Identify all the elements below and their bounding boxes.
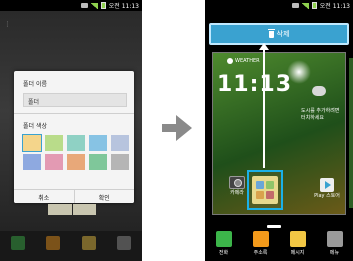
dialog-divider xyxy=(14,113,134,114)
clock-widget[interactable]: 11:13 xyxy=(217,72,292,97)
color-swatch[interactable] xyxy=(45,154,63,170)
color-swatch[interactable] xyxy=(45,135,63,151)
folder-name-input[interactable]: 폴더 xyxy=(23,93,127,107)
folder-mini-app-icon xyxy=(256,181,264,189)
folder-name-label: 폴더 이름 xyxy=(23,81,47,88)
weather-logo-text: WEATHER xyxy=(235,58,260,64)
color-swatch[interactable] xyxy=(67,154,85,170)
folder-icon xyxy=(252,176,278,204)
color-swatch[interactable] xyxy=(89,154,107,170)
status-bar: 오전 11:13 xyxy=(205,0,353,11)
signal-icon xyxy=(301,2,309,9)
color-swatch[interactable] xyxy=(23,154,41,170)
phone-icon xyxy=(10,236,25,250)
trash-icon xyxy=(267,28,275,38)
dock-menu[interactable]: 메뉴 xyxy=(323,231,347,261)
weather-widget-logo: WEATHER xyxy=(227,58,260,64)
app-dock: 전화 주소록 메시지 메뉴 xyxy=(205,229,353,261)
folder-mini-app-icon xyxy=(256,191,264,199)
status-bar: 오전 11:13 xyxy=(0,0,142,11)
status-time: 오전 11:13 xyxy=(108,3,139,10)
create-folder-dialog: 폴더 이름 폴더 폴더 색상 취소 확인 xyxy=(14,71,134,203)
folder-color-label: 폴더 색상 xyxy=(23,123,47,130)
delete-label: 삭제 xyxy=(276,30,290,38)
messages-icon xyxy=(81,236,96,250)
color-swatch[interactable] xyxy=(111,154,129,170)
cancel-button[interactable]: 취소 xyxy=(14,190,74,203)
apps-menu-icon xyxy=(326,231,343,247)
weather-message-line1: 도시를 추가하려면 xyxy=(301,108,340,114)
folder-color-palette xyxy=(22,134,129,170)
right-page-preview xyxy=(349,58,353,208)
dock-messages-label: 메시지 xyxy=(290,250,305,256)
camera-icon xyxy=(229,176,245,189)
dock-messages[interactable]: 메시지 xyxy=(286,231,310,261)
cloud-icon xyxy=(312,86,326,96)
messages-icon xyxy=(289,231,306,247)
phone-icon xyxy=(215,231,232,247)
dock-phone[interactable]: 전화 xyxy=(212,231,236,261)
page-indicator xyxy=(267,225,281,228)
dragged-folder[interactable] xyxy=(247,170,283,210)
dialog-buttons: 취소 확인 xyxy=(14,189,134,203)
drag-up-arrow-line xyxy=(263,46,265,168)
color-swatch[interactable] xyxy=(111,135,129,151)
status-time: 오전 11:13 xyxy=(319,3,350,10)
weather-message-line2: 터치하세요 xyxy=(301,115,325,121)
contacts-icon xyxy=(252,231,269,247)
folder-mini-app-icon xyxy=(266,191,274,199)
dimmed-button xyxy=(48,204,72,215)
dock-menu-label: 메뉴 xyxy=(329,250,340,256)
dock-contacts[interactable]: 주소록 xyxy=(249,231,273,261)
weather-logo-icon xyxy=(227,58,233,64)
left-phone-screen: 오전 11:13 ⁞ 폴더 이름 폴더 폴더 색상 취소 확인 xyxy=(0,0,142,261)
notification-icon xyxy=(80,3,88,8)
folder-mini-app-icon xyxy=(266,181,274,189)
tutorial-illustration: 오전 11:13 ⁞ 폴더 이름 폴더 폴더 색상 취소 확인 오전 11:13… xyxy=(0,0,353,261)
color-swatch[interactable] xyxy=(22,134,42,152)
dimmed-dock xyxy=(0,231,142,261)
camera-label: 카메라 xyxy=(230,190,244,196)
battery-icon xyxy=(100,2,106,9)
battery-icon xyxy=(311,2,317,9)
play-store-icon xyxy=(320,178,334,192)
ok-button[interactable]: 확인 xyxy=(73,190,134,203)
delete-drop-zone[interactable]: 삭제 xyxy=(209,23,349,45)
dimmed-buttons xyxy=(48,204,96,215)
notification-icon xyxy=(291,3,299,8)
play-store-app[interactable]: Play 스토어 xyxy=(313,178,341,199)
contacts-icon xyxy=(46,236,61,250)
right-arrow-icon xyxy=(162,115,192,141)
dimmed-button xyxy=(72,204,96,215)
camera-app[interactable]: 카메라 xyxy=(225,176,249,196)
dimmed-menu-icon: ⁞ xyxy=(6,20,9,30)
color-swatch[interactable] xyxy=(67,135,85,151)
dock-contacts-label: 주소록 xyxy=(253,250,268,256)
dock-phone-label: 전화 xyxy=(218,250,229,256)
right-phone-screen: 오전 11:13 삭제 WEATHER 11:13 도시를 추가하려면 터치하세… xyxy=(205,0,353,261)
menu-icon xyxy=(117,236,132,250)
weather-add-city-message[interactable]: 도시를 추가하려면 터치하세요 xyxy=(301,108,339,122)
play-store-label: Play 스토어 xyxy=(314,193,340,199)
color-swatch[interactable] xyxy=(89,135,107,151)
signal-icon xyxy=(90,2,98,9)
